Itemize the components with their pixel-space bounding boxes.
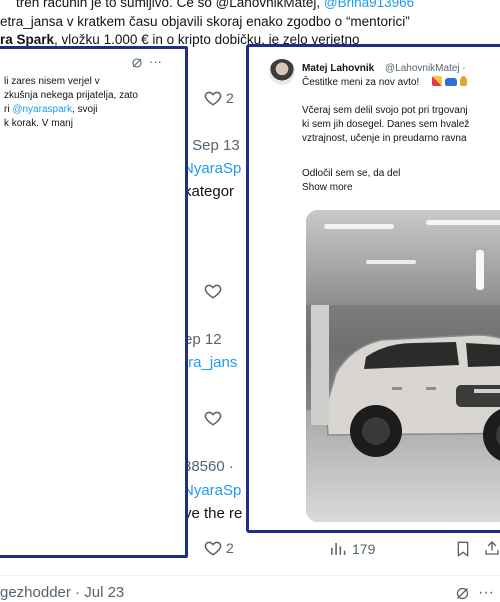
ceiling-light xyxy=(366,260,416,264)
like-count: 2 xyxy=(226,540,234,556)
avatar[interactable] xyxy=(269,59,295,85)
top-text-2: etra_jansa v kratkem času objavili skora… xyxy=(0,14,410,29)
party-emoji-icon xyxy=(432,76,442,86)
heart-icon[interactable] xyxy=(204,539,222,557)
tweet-text-fragment: kategor xyxy=(184,183,235,200)
tweet-body-line: Odločil sem se, da del xyxy=(302,168,401,179)
top-text-3-bold: ra Spark xyxy=(0,32,55,47)
tweet-body-line: Včeraj sem delil svojo pot pri trgovanj xyxy=(302,105,468,116)
tweet-body-line: ri @nyaraspark, svoji xyxy=(4,103,98,117)
grok-icon[interactable] xyxy=(131,57,143,69)
display-name[interactable]: Matej Lahovnik xyxy=(302,62,374,76)
suv-car xyxy=(325,334,500,461)
more-options-icon[interactable]: ··· xyxy=(478,584,494,602)
more-options-icon[interactable]: ··· xyxy=(149,54,162,69)
grok-icon[interactable] xyxy=(455,586,470,601)
tweet-date: · Sep 13 xyxy=(183,137,240,154)
tweet-body-line: li zares nisem verjel v xyxy=(4,76,100,87)
heart-icon[interactable] xyxy=(204,409,222,427)
top-text-line-2: etra_jansa v kratkem času objavili skora… xyxy=(0,14,410,29)
like-count: 2 xyxy=(226,90,234,106)
mention-link[interactable]: @Brina913966 xyxy=(324,0,414,10)
heart-icon[interactable] xyxy=(204,89,222,107)
car-emoji-icon xyxy=(445,78,457,86)
divider xyxy=(0,575,500,576)
share-icon[interactable] xyxy=(484,539,500,557)
analytics-icon[interactable] xyxy=(329,540,346,557)
key-emoji-icon xyxy=(460,76,467,86)
tweet-text-fragment: ve the re xyxy=(184,505,243,522)
handle-link[interactable]: NyaraSp xyxy=(183,482,241,499)
car-photo[interactable] xyxy=(306,210,500,522)
mention-link[interactable]: @nyaraspark xyxy=(12,104,72,115)
heart-icon[interactable] xyxy=(204,282,222,300)
ceiling-light xyxy=(476,250,484,290)
tweet-body-line: vztrajnost, učenje in preudarno ravna xyxy=(302,133,467,144)
ceiling-light xyxy=(426,220,500,225)
ceiling-light xyxy=(324,224,394,229)
tweet-body-line: zkušnja nekega prijatelja, zato xyxy=(4,90,138,101)
garage-pillar xyxy=(311,305,329,425)
tweet-body-text: ri xyxy=(4,104,10,115)
bookmark-icon[interactable] xyxy=(455,540,471,558)
views-count: 179 xyxy=(352,541,376,557)
show-more-link[interactable]: Show more xyxy=(302,181,353,195)
left-tweet-card: ··· li zares nisem verjel v zkušnja neke… xyxy=(0,46,188,558)
tweet-body-text: , svoji xyxy=(71,104,98,115)
bottom-user: gezhodder · Jul 23 xyxy=(0,584,125,601)
tweet-body-line: k korak. V manj xyxy=(4,118,73,129)
tweet-body-line: ki sem jih dosegel. Danes sem hvalež xyxy=(302,119,470,130)
top-text-1: treh računih je to sumljivo. Če so @Laho… xyxy=(16,0,321,10)
right-tweet-card: Matej Lahovnik @LahovnikMatej · Čestitke… xyxy=(246,44,500,533)
handle-link[interactable]: NyaraSp xyxy=(183,160,241,177)
tweet-first-line-text: Čestitke meni za nov avto! xyxy=(302,77,420,88)
tweet-date: ep 12 xyxy=(184,331,222,348)
tweet-meta: 38560 · xyxy=(183,458,234,475)
user-handle[interactable]: @LahovnikMatej · xyxy=(385,62,466,76)
handle-link[interactable]: tra_jans xyxy=(184,354,237,371)
top-text-line-1: treh računih je to sumljivo. Če so @Laho… xyxy=(16,0,414,10)
tweet-first-line: Čestitke meni za nov avto! xyxy=(302,76,419,90)
